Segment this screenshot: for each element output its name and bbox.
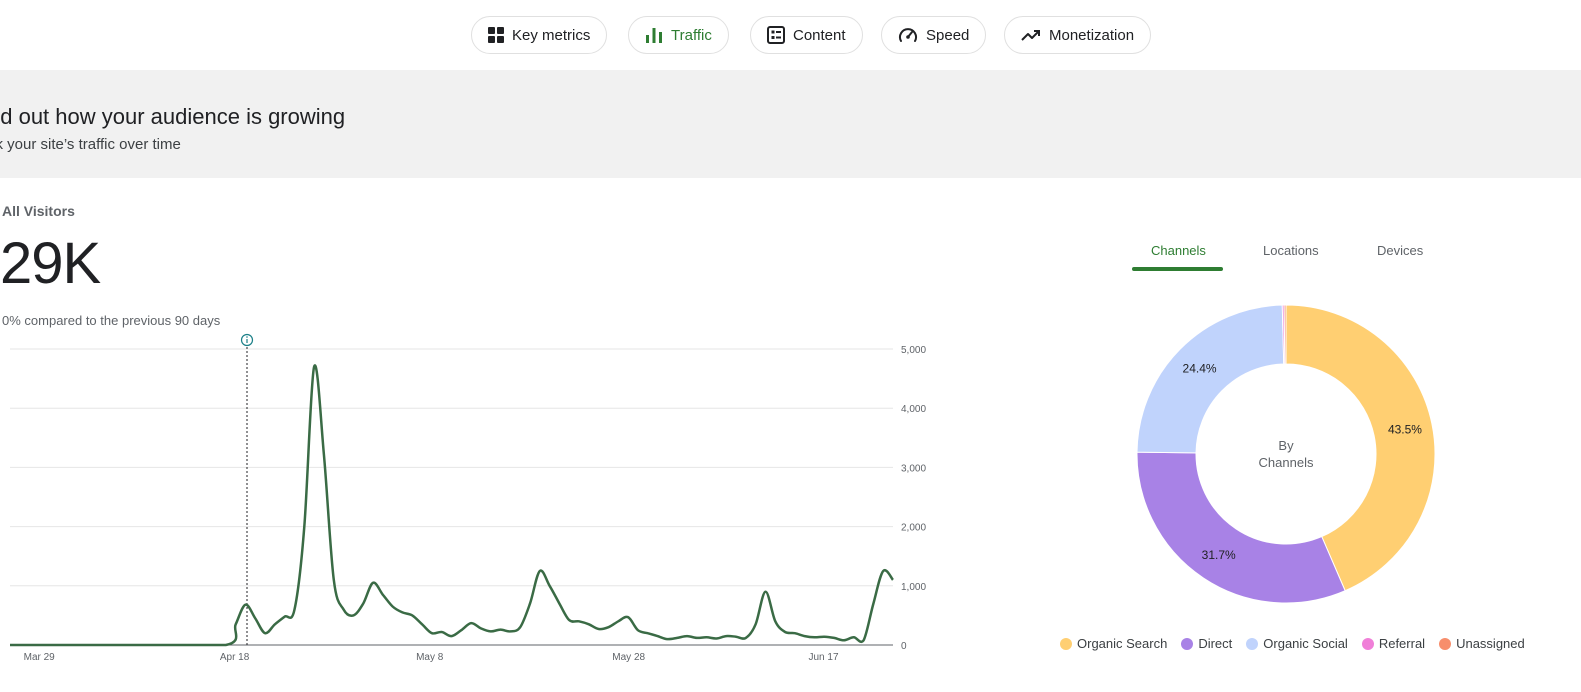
legend-item[interactable]: Referral	[1361, 636, 1426, 651]
legend-label: Unassigned	[1456, 636, 1525, 651]
legend-item[interactable]: Direct	[1181, 636, 1232, 651]
donut-center-label: By	[1278, 438, 1294, 453]
trending-up-icon	[1021, 30, 1040, 41]
x-tick-label: Mar 29	[24, 652, 56, 663]
tab-label: Content	[793, 26, 846, 44]
donut-slice-unassigned[interactable]	[1283, 304, 1287, 365]
tab-key-metrics[interactable]: Key metrics	[471, 16, 608, 54]
donut-center-label: Channels	[1259, 455, 1314, 470]
bar-chart-icon	[646, 28, 662, 43]
banner-title: nd out how your audience is growing	[0, 104, 346, 129]
section-banner: nd out how your audience is growing ck y…	[0, 70, 1581, 178]
legend-item[interactable]: Unassigned	[1439, 636, 1525, 651]
donut-slice-label: 24.4%	[1183, 362, 1217, 376]
tab-label: Speed	[926, 26, 970, 44]
channels-donut-chart: 43.5% 31.7% 24.4% By Channels	[1136, 304, 1436, 604]
tab-speed[interactable]: Speed	[881, 16, 987, 54]
legend-swatch	[1060, 637, 1072, 650]
donut-slice-label: 43.5%	[1388, 422, 1422, 436]
legend-item[interactable]: Organic Search	[1060, 636, 1167, 651]
legend-swatch	[1439, 637, 1452, 650]
legend-item[interactable]: Organic Social	[1246, 636, 1348, 651]
y-tick-label: 2,000	[901, 523, 926, 534]
tab-monetization[interactable]: Monetization	[1004, 16, 1152, 54]
metric-value: 29K	[0, 231, 101, 296]
tab-locations[interactable]: Locations	[1263, 243, 1319, 258]
donut-slice-direct[interactable]	[1136, 451, 1346, 604]
metric-label: All Visitors	[2, 203, 75, 219]
y-tick-label: 3,000	[901, 463, 926, 474]
donut-slice-organic-social[interactable]	[1136, 304, 1285, 454]
active-tab-indicator	[1132, 267, 1223, 271]
tab-content[interactable]: Content	[750, 16, 863, 54]
metric-comparison: 0% compared to the previous 90 days	[2, 313, 221, 328]
x-tick-label: May 28	[612, 652, 645, 663]
donut-legend: Organic Search Direct Organic Social Referr…	[1060, 636, 1525, 651]
x-tick-label: Jun 17	[809, 652, 839, 663]
legend-label: Organic Search	[1077, 636, 1168, 651]
visitors-series-line	[10, 364, 894, 647]
y-tick-label: 1,000	[901, 582, 926, 593]
x-tick-label: Apr 18	[220, 652, 250, 663]
visitors-line-chart: 5,000 4,000 3,000 2,000 1,000 0 Mar 29 Apr 18 Ma…	[10, 333, 926, 663]
y-tick-label: 5,000	[901, 345, 926, 356]
speedometer-icon	[899, 28, 917, 42]
tab-label: Traffic	[671, 26, 712, 44]
report-tabs: Key metrics Traffic Content Speed Moneti…	[0, 0, 1581, 70]
tab-devices[interactable]: Devices	[1377, 243, 1423, 258]
breakdown-tabs: Channels Locations Devices	[1130, 236, 1450, 272]
content-list-icon	[767, 26, 785, 44]
y-tick-label: 0	[901, 641, 907, 652]
tab-label: Monetization	[1049, 26, 1135, 44]
legend-swatch	[1181, 637, 1194, 650]
legend-label: Referral	[1378, 636, 1426, 651]
grid-icon	[488, 27, 504, 43]
donut-slice-label: 31.7%	[1202, 548, 1236, 562]
tab-channels[interactable]: Channels	[1151, 243, 1206, 258]
info-icon[interactable]	[240, 333, 254, 347]
legend-label: Organic Social	[1263, 636, 1348, 651]
legend-swatch	[1361, 637, 1374, 650]
tab-traffic[interactable]: Traffic	[628, 16, 729, 54]
banner-subtitle: ck your site’s traffic over time	[0, 136, 181, 153]
y-tick-label: 4,000	[901, 404, 926, 415]
legend-label: Direct	[1198, 636, 1233, 651]
legend-swatch	[1246, 637, 1259, 650]
x-tick-label: May 8	[416, 652, 444, 663]
tab-label: Key metrics	[512, 26, 591, 44]
